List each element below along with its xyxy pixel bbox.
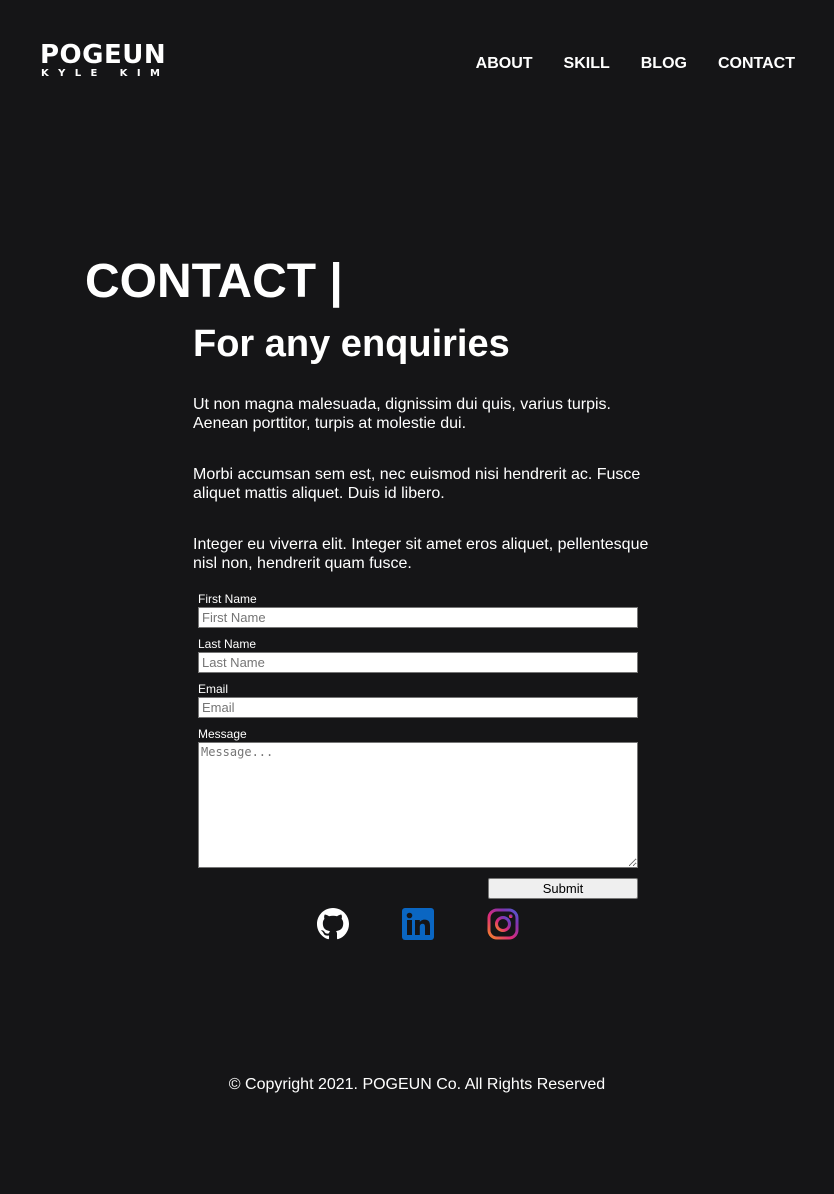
last-name-input[interactable]	[198, 652, 638, 673]
site-logo[interactable]: POGEUN KYLE KIM	[40, 40, 170, 82]
linkedin-icon[interactable]	[402, 908, 434, 940]
last-name-label: Last Name	[198, 637, 257, 651]
nav-item-contact[interactable]: CONTACT	[718, 54, 795, 74]
contact-form: First Name Last Name Email Message	[198, 592, 638, 877]
message-textarea[interactable]	[198, 742, 638, 868]
email-label: Email	[198, 682, 229, 696]
last-name-group: Last Name	[198, 637, 638, 673]
site-footer: © Copyright 2021. POGEUN Co. All Rights …	[0, 1075, 834, 1095]
enquiries-heading: For any enquiries	[193, 323, 510, 365]
main-nav: ABOUT SKILL BLOG CONTACT	[445, 54, 795, 74]
submit-button[interactable]: Submit	[488, 878, 638, 899]
email-input[interactable]	[198, 697, 638, 718]
nav-item-about[interactable]: ABOUT	[476, 54, 533, 74]
copyright-text: © Copyright 2021. POGEUN Co. All Rights …	[228, 1076, 606, 1093]
site-header: POGEUN KYLE KIM ABOUT SKILL BLOG CONTACT	[0, 0, 834, 110]
email-group: Email	[198, 682, 638, 718]
intro-paragraph-2: Morbi accumsan sem est, nec euismod nisi…	[193, 466, 641, 502]
nav-item-skill[interactable]: SKILL	[564, 54, 610, 74]
logo-title: POGEUN	[40, 40, 167, 70]
instagram-icon[interactable]	[487, 908, 519, 940]
github-icon[interactable]	[317, 908, 349, 940]
first-name-input[interactable]	[198, 607, 638, 628]
first-name-group: First Name	[198, 592, 638, 628]
logo-subtitle: KYLE KIM	[41, 68, 170, 79]
intro-paragraph-3: Integer eu viverra elit. Integer sit ame…	[193, 536, 649, 572]
nav-item-blog[interactable]: BLOG	[641, 54, 687, 74]
intro-paragraph-1: Ut non magna malesuada, dignissim dui qu…	[193, 396, 611, 432]
first-name-label: First Name	[198, 592, 257, 606]
contact-intro: For any enquiries Ut non magna malesuada…	[193, 320, 653, 572]
message-label: Message	[198, 727, 247, 741]
social-links	[317, 908, 537, 942]
submit-row: Submit	[488, 878, 638, 899]
page-title: CONTACT |	[85, 255, 343, 309]
message-group: Message	[198, 727, 638, 868]
